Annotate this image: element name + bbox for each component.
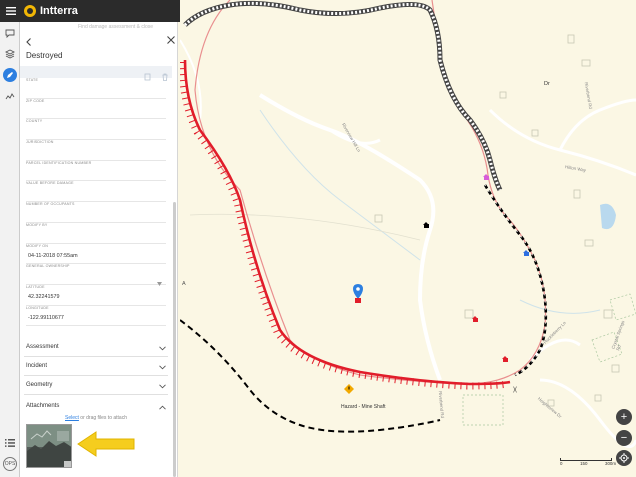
field-longitude[interactable]: LONGITUDE -122.99110677	[26, 306, 166, 327]
locate-icon[interactable]	[616, 450, 632, 466]
attach-hint: Select or drag files to attach	[65, 415, 127, 421]
chevron-up-icon	[159, 397, 166, 415]
field-modify-on[interactable]: MODIFY ON 04-11-2018 07:55am	[26, 244, 166, 265]
attribute-fields: STATE ZIP CODE COUNTY JURISDICTION PARCE…	[20, 78, 172, 327]
scale-bar: 0 150 300m	[560, 458, 616, 466]
field-value-before-damage[interactable]: VALUE BEFORE DAMAGE	[26, 181, 166, 203]
road-label-dr: Dr	[544, 81, 550, 87]
layers-icon[interactable]	[0, 44, 20, 64]
map-canvas[interactable]: Hazard - Mine Shaft Dr A )( Riverbend Rd…	[178, 0, 636, 477]
chevron-down-icon	[159, 357, 166, 375]
hazard-label: Hazard - Mine Shaft	[341, 404, 386, 410]
close-icon[interactable]	[166, 32, 176, 44]
section-geometry[interactable]: Geometry	[24, 376, 168, 395]
attachments-header[interactable]: Attachments	[24, 398, 168, 414]
ops-button[interactable]: OPS	[3, 457, 17, 471]
chevron-down-icon	[159, 376, 166, 394]
field-state[interactable]: STATE	[26, 78, 166, 99]
menu-icon[interactable]	[0, 0, 22, 22]
panel-scrollbar[interactable]	[173, 202, 176, 477]
yellow-arrow-icon	[76, 430, 136, 458]
select-files-link[interactable]: Select	[65, 415, 79, 421]
field-occupants[interactable]: NUMBER OF OCCUPANTS	[26, 202, 166, 223]
message-icon[interactable]	[0, 23, 20, 43]
analytics-icon[interactable]	[0, 86, 20, 106]
list-icon[interactable]	[0, 433, 20, 453]
field-jurisdiction[interactable]: JURISDICTION	[26, 140, 166, 161]
zoom-out-button[interactable]: −	[616, 430, 632, 446]
trash-icon[interactable]	[161, 68, 169, 81]
brand-logo-icon	[24, 5, 36, 17]
left-rail: OPS	[0, 22, 20, 477]
copy-icon[interactable]	[144, 68, 152, 81]
field-general-ownership[interactable]: GENERAL OWNERSHIP	[26, 264, 166, 287]
collapsible-sections: Assessment Incident Geometry	[20, 338, 172, 395]
panel-header: Destroyed	[20, 32, 178, 66]
attachment-thumbnail[interactable]	[26, 424, 72, 468]
ghost-title: Find damage assessment & close	[78, 24, 154, 30]
brand-name: Intterra	[40, 5, 78, 17]
app-header: Intterra	[0, 0, 180, 22]
record-actions	[20, 66, 172, 81]
chevron-down-icon[interactable]	[157, 273, 162, 287]
details-panel: Find damage assessment & close Destroyed…	[20, 22, 178, 477]
road-label-a: A	[182, 281, 186, 287]
section-assessment[interactable]: Assessment	[24, 338, 168, 357]
pencil-icon[interactable]	[0, 65, 20, 85]
section-incident[interactable]: Incident	[24, 357, 168, 376]
bridge-symbol: )(	[513, 387, 517, 393]
panel-title: Destroyed	[26, 51, 63, 60]
field-county[interactable]: COUNTY	[26, 119, 166, 141]
field-zip-code[interactable]: ZIP CODE	[26, 99, 166, 120]
field-latitude[interactable]: LATITUDE 42.32241579	[26, 285, 166, 306]
field-modify-by[interactable]: MODIFY BY	[26, 223, 166, 244]
zoom-in-button[interactable]: +	[616, 409, 632, 425]
field-parcel-id[interactable]: PARCEL IDENTIFICATION NUMBER	[26, 161, 166, 182]
back-icon[interactable]	[24, 34, 34, 46]
chevron-down-icon	[159, 338, 166, 356]
